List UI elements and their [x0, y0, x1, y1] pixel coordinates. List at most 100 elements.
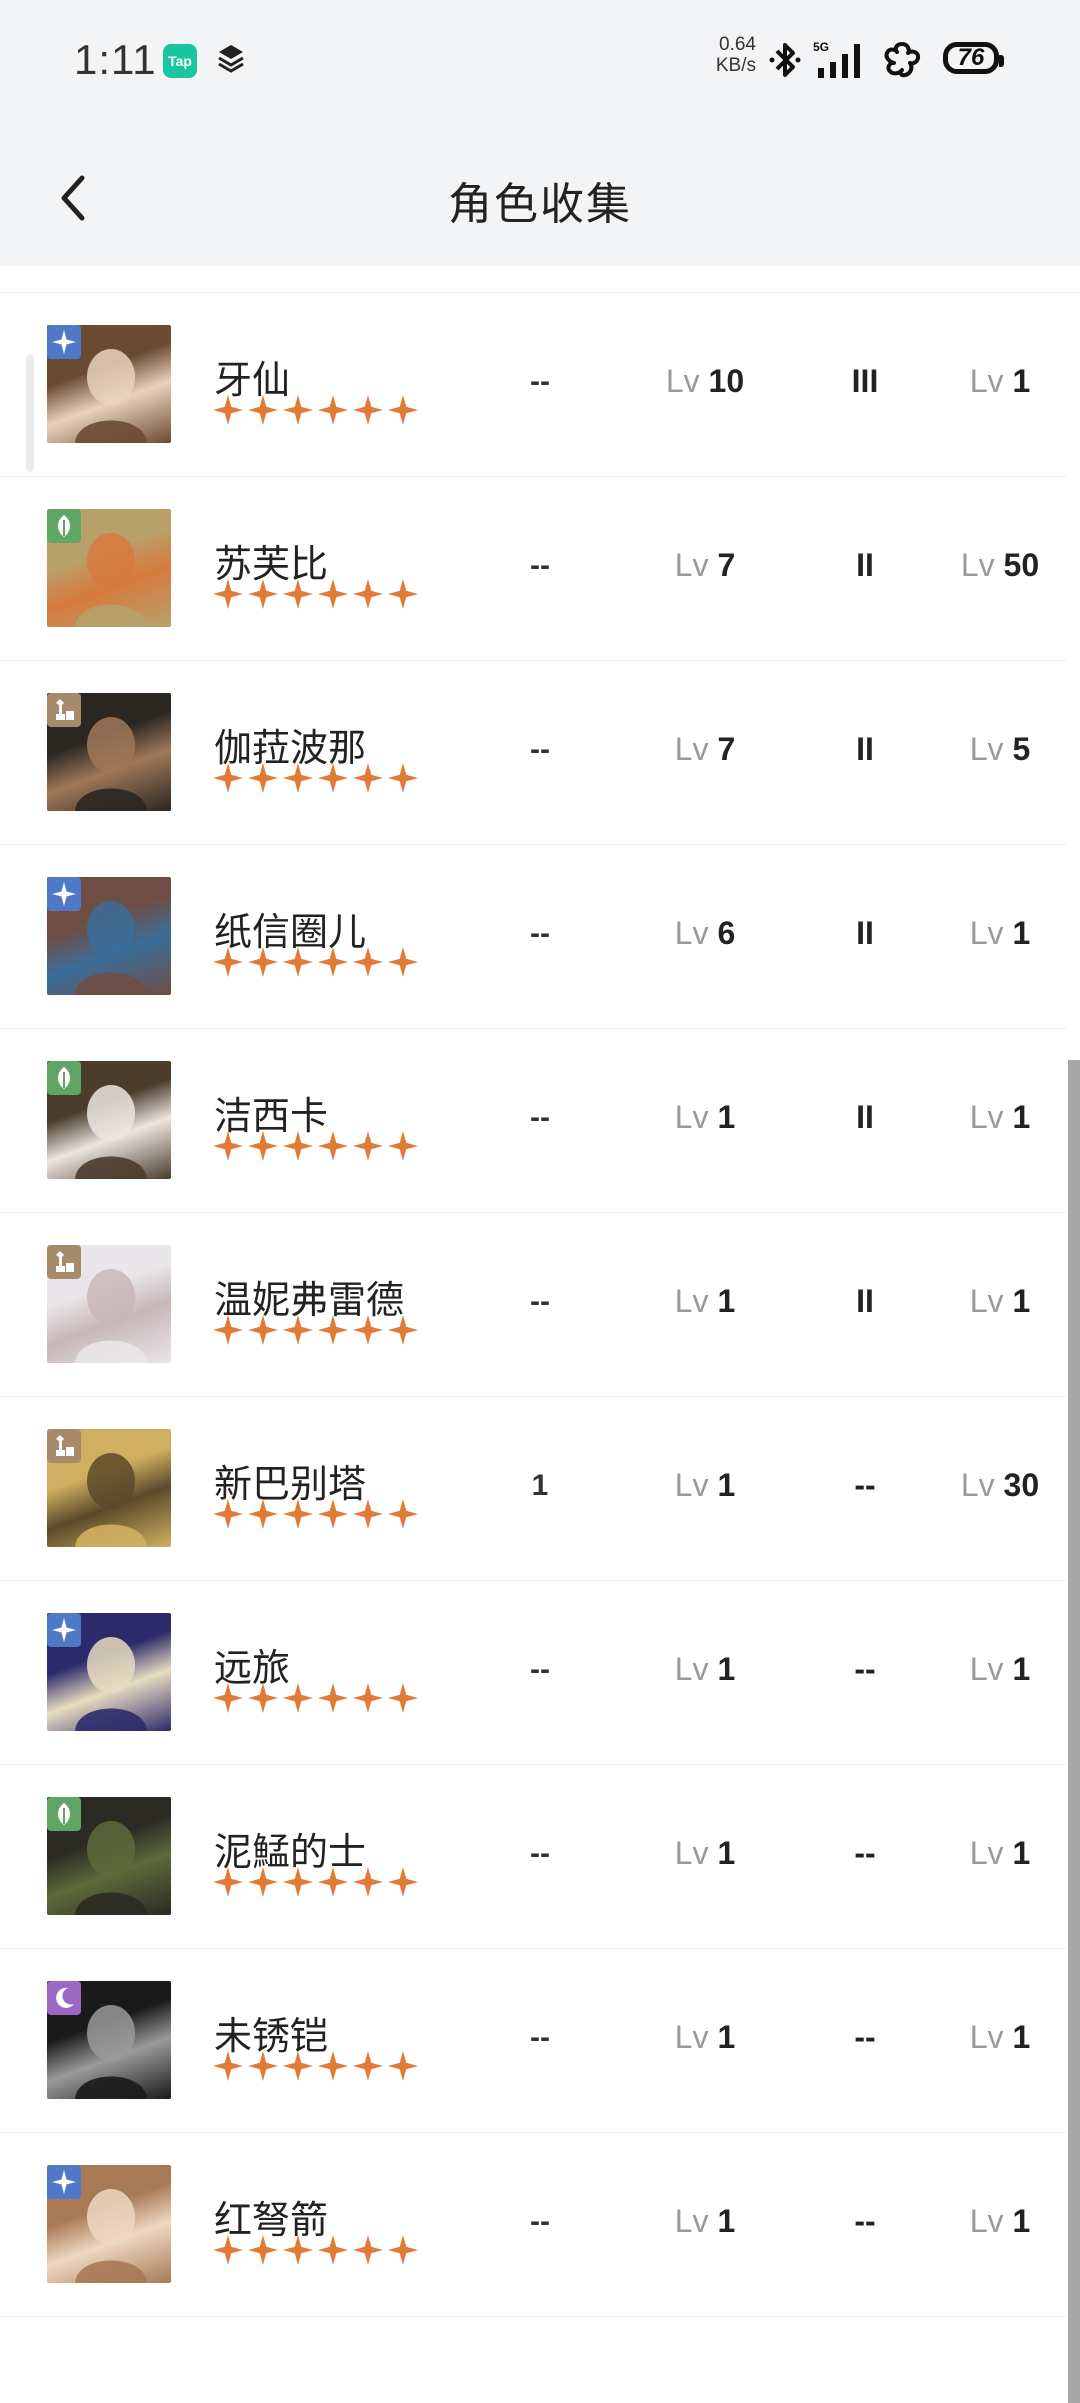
rarity-star-icon [248, 2235, 278, 2265]
resonance-level: Lv 1 [930, 915, 1070, 952]
signal-5g-icon: 5G [812, 38, 866, 85]
rarity-star-icon [318, 579, 348, 609]
resonance-level: Lv 1 [930, 1651, 1070, 1688]
level-label: Lv [674, 2019, 709, 2055]
rarity-stars [212, 1681, 422, 1720]
rarity-star-icon [388, 1131, 418, 1161]
element-moon-icon [47, 1981, 81, 2015]
layers-icon [216, 42, 246, 81]
rarity-star-icon [283, 1131, 313, 1161]
character-list: 牙仙 -- Lv 10 III Lv 1 苏芙比 -- Lv 7 II Lv 50 伽菈波那 -- Lv… [0, 293, 1066, 2317]
character-row[interactable]: 泥鯭的士 -- Lv 1 -- Lv 1 [0, 1765, 1066, 1949]
element-leaf-icon [47, 1061, 81, 1095]
character-avatar [47, 693, 171, 811]
character-row[interactable]: 红弩箭 -- Lv 1 -- Lv 1 [0, 2133, 1066, 2317]
stat-column-1: -- [530, 1837, 550, 1870]
character-avatar [47, 509, 171, 627]
resonance-level: Lv 1 [930, 2019, 1070, 2056]
character-row[interactable]: 苏芙比 -- Lv 7 II Lv 50 [0, 477, 1066, 661]
insight-rank: -- [854, 1651, 876, 1687]
character-level: Lv 1 [640, 1283, 770, 1320]
rarity-star-icon [213, 395, 243, 425]
character-avatar [47, 1613, 171, 1731]
rarity-star-icon [353, 1867, 383, 1897]
character-row[interactable]: 新巴别塔 1 Lv 1 -- Lv 30 [0, 1397, 1066, 1581]
level-value: 1 [717, 1651, 736, 1687]
insight-rank: II [856, 731, 874, 767]
rarity-star-icon [248, 395, 278, 425]
character-level: Lv 1 [640, 2203, 770, 2240]
character-row[interactable]: 牙仙 -- Lv 10 III Lv 1 [0, 293, 1066, 477]
rarity-star-icon [283, 1867, 313, 1897]
level-label: Lv [969, 915, 1004, 951]
insight-rank: II [856, 1099, 874, 1135]
character-row[interactable]: 未锈铠 -- Lv 1 -- Lv 1 [0, 1949, 1066, 2133]
stat-column-1: -- [530, 1285, 550, 1318]
rarity-stars [212, 1129, 422, 1168]
stat-column-1: -- [530, 917, 550, 950]
resonance-level: Lv 1 [930, 1099, 1070, 1136]
character-avatar [47, 2165, 171, 2283]
resonance-level: Lv 1 [930, 1283, 1070, 1320]
character-avatar [47, 325, 171, 443]
rarity-star-icon [213, 2235, 243, 2265]
rarity-star-icon [248, 2051, 278, 2081]
rarity-star-icon [318, 1131, 348, 1161]
stat-column-1: -- [530, 1653, 550, 1686]
insight-rank: III [851, 363, 879, 399]
level-label: Lv [674, 731, 709, 767]
insight-rank: -- [854, 1467, 876, 1503]
level-label: Lv [674, 915, 709, 951]
rarity-star-icon [213, 947, 243, 977]
rarity-star-icon [248, 1315, 278, 1345]
rarity-star-icon [318, 1315, 348, 1345]
stat-column-1: -- [530, 2205, 550, 2238]
character-row[interactable]: 洁西卡 -- Lv 1 II Lv 1 [0, 1029, 1066, 1213]
rarity-star-icon [248, 579, 278, 609]
rarity-stars [212, 577, 422, 616]
level-value: 1 [1012, 2019, 1031, 2055]
level-value: 6 [717, 915, 736, 951]
character-row[interactable]: 温妮弗雷德 -- Lv 1 II Lv 1 [0, 1213, 1066, 1397]
rarity-star-icon [318, 2235, 348, 2265]
level-label: Lv [969, 731, 1004, 767]
stat-column-1: -- [530, 2021, 550, 2054]
character-level: Lv 1 [640, 2019, 770, 2056]
rarity-star-icon [388, 1499, 418, 1529]
character-level: Lv 1 [640, 1099, 770, 1136]
rarity-star-icon [353, 579, 383, 609]
element-leaf-icon [47, 509, 81, 543]
level-label: Lv [969, 1651, 1004, 1687]
stat-column-1: 1 [531, 1469, 549, 1502]
level-value: 1 [1012, 1835, 1031, 1871]
character-row[interactable]: 远旅 -- Lv 1 -- Lv 1 [0, 1581, 1066, 1765]
resonance-level: Lv 1 [930, 2203, 1070, 2240]
character-row[interactable]: 纸信圈儿 -- Lv 6 II Lv 1 [0, 845, 1066, 1029]
level-label: Lv [674, 2203, 709, 2239]
character-level: Lv 10 [640, 363, 770, 400]
insight-rank: -- [854, 1835, 876, 1871]
page-title: 角色收集 [448, 180, 632, 229]
element-star-icon [47, 877, 81, 911]
insight-rank: II [856, 1283, 874, 1319]
level-value: 1 [1012, 1283, 1031, 1319]
character-row[interactable]: 伽菈波那 -- Lv 7 II Lv 5 [0, 661, 1066, 845]
character-avatar [47, 1981, 171, 2099]
rarity-star-icon [213, 1683, 243, 1713]
element-chess-icon [47, 1429, 81, 1463]
level-label: Lv [969, 1099, 1004, 1135]
level-label: Lv [674, 1467, 709, 1503]
character-level: Lv 7 [640, 547, 770, 584]
rarity-star-icon [283, 1683, 313, 1713]
scrollbar[interactable] [1068, 1060, 1080, 2403]
rarity-star-icon [248, 1867, 278, 1897]
level-value: 1 [1012, 915, 1031, 951]
rarity-stars [212, 2233, 422, 2272]
app-header: 角色收集 [0, 130, 1080, 266]
rarity-star-icon [388, 1683, 418, 1713]
rarity-star-icon [248, 1131, 278, 1161]
character-avatar [47, 1797, 171, 1915]
insight-rank: II [856, 915, 874, 951]
resonance-level: Lv 30 [930, 1467, 1070, 1504]
rarity-star-icon [248, 763, 278, 793]
